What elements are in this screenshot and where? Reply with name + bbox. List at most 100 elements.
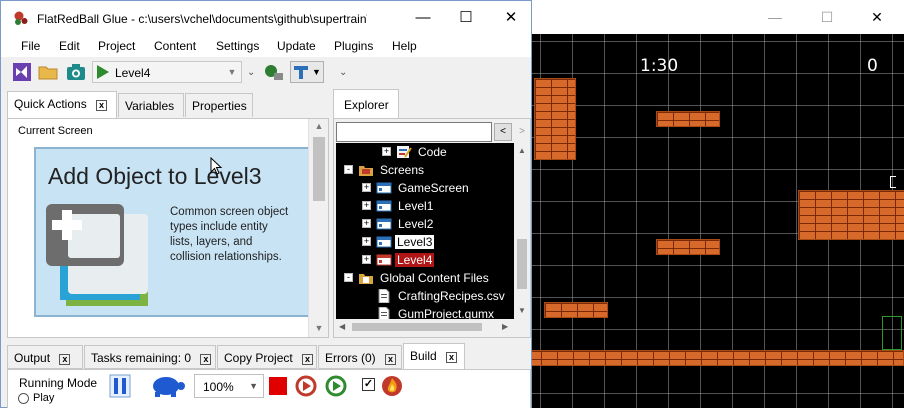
close-icon[interactable]: x bbox=[302, 354, 314, 365]
menu-content[interactable]: Content bbox=[154, 39, 196, 53]
tab-variables[interactable]: Variables bbox=[118, 93, 184, 117]
maximize-button[interactable]: ☐ bbox=[456, 8, 476, 28]
tree-node-gamescreen[interactable]: + GameScreen bbox=[336, 179, 514, 197]
chevron-down-icon: ▼ bbox=[227, 67, 237, 77]
slow-motion-turtle-button[interactable] bbox=[146, 374, 188, 398]
scroll-thumb[interactable] bbox=[352, 323, 482, 331]
tree-vertical-scrollbar[interactable]: ▲ ▼ bbox=[514, 143, 530, 319]
screen-icon bbox=[376, 200, 392, 212]
collapse-icon[interactable]: - bbox=[344, 165, 353, 174]
close-icon[interactable]: x bbox=[59, 354, 71, 365]
restart-game-button[interactable] bbox=[294, 374, 318, 398]
scroll-up-icon[interactable]: ▲ bbox=[313, 121, 325, 133]
expand-icon[interactable]: + bbox=[382, 147, 391, 156]
tree-node-level1[interactable]: + Level1 bbox=[336, 197, 514, 215]
game-close-button[interactable]: ✕ bbox=[868, 8, 886, 26]
tab-errors[interactable]: Errors (0) x bbox=[318, 345, 402, 369]
restart-screen-button[interactable] bbox=[324, 374, 348, 398]
mouse-cursor-icon bbox=[210, 157, 223, 175]
play-radio[interactable]: Play bbox=[18, 392, 54, 404]
collapse-icon[interactable]: - bbox=[344, 273, 353, 282]
flatredball-logo-icon bbox=[14, 11, 28, 25]
tree-node-label: Global Content Files bbox=[380, 271, 489, 285]
game-score: 0 bbox=[867, 56, 878, 76]
scroll-thumb[interactable] bbox=[313, 137, 325, 201]
zoom-combo[interactable]: 100% ▼ bbox=[194, 374, 264, 398]
screenshot-button[interactable] bbox=[65, 61, 87, 83]
scroll-down-icon[interactable]: ▼ bbox=[313, 323, 325, 335]
stop-button[interactable] bbox=[266, 374, 290, 398]
close-button[interactable]: ✕ bbox=[501, 8, 521, 28]
tab-explorer[interactable]: Explorer bbox=[333, 89, 399, 119]
tree-node-level4[interactable]: + Level4 bbox=[336, 251, 514, 269]
scroll-right-icon[interactable]: ▶ bbox=[502, 322, 508, 331]
tab-build[interactable]: Build x bbox=[403, 343, 465, 369]
tree-node-label: CraftingRecipes.csv bbox=[398, 289, 505, 303]
expand-icon[interactable]: + bbox=[362, 219, 371, 228]
scroll-left-icon[interactable]: ◀ bbox=[339, 322, 345, 331]
minimize-button[interactable]: — bbox=[413, 8, 433, 28]
expand-icon[interactable]: + bbox=[362, 255, 371, 264]
game-minimize-button[interactable]: — bbox=[766, 8, 784, 26]
open-folder-button[interactable] bbox=[37, 61, 59, 83]
tab-properties[interactable]: Properties bbox=[185, 93, 253, 117]
startup-screen-combo[interactable]: Level4 ▼ bbox=[92, 61, 242, 83]
tab-quick-actions[interactable]: Quick Actions x bbox=[7, 91, 117, 119]
close-icon[interactable]: x bbox=[96, 100, 108, 111]
tree-node-level2[interactable]: + Level2 bbox=[336, 215, 514, 233]
scroll-thumb[interactable] bbox=[517, 239, 527, 289]
menu-update[interactable]: Update bbox=[277, 39, 316, 53]
toolbar-overflow-icon[interactable]: ⌄ bbox=[339, 67, 347, 78]
tree-node-screens[interactable]: - Screens bbox=[336, 161, 514, 179]
scroll-down-icon[interactable]: ▼ bbox=[518, 306, 526, 315]
explorer-tree[interactable]: + Code - Screens + GameScreen + Level1 +… bbox=[336, 143, 514, 319]
edit-mode-checkbox[interactable]: ✓ bbox=[362, 378, 375, 391]
edit-mode-fire-icon[interactable] bbox=[380, 374, 404, 398]
game-canvas[interactable]: 1:30 0 bbox=[524, 34, 904, 408]
visual-studio-icon bbox=[13, 63, 31, 81]
scroll-up-icon[interactable]: ▲ bbox=[518, 146, 526, 155]
brick-block bbox=[534, 78, 576, 160]
tree-horizontal-scrollbar[interactable]: ◀ ▶ bbox=[336, 319, 514, 335]
menu-project[interactable]: Project bbox=[98, 39, 135, 53]
close-icon[interactable]: x bbox=[385, 354, 397, 365]
menu-plugins[interactable]: Plugins bbox=[334, 39, 373, 53]
game-maximize-button[interactable]: ☐ bbox=[818, 8, 836, 26]
tab-copy-project[interactable]: Copy Project x bbox=[217, 345, 317, 369]
startup-screen-value: Level4 bbox=[115, 66, 151, 80]
tree-node-level3[interactable]: + Level3 bbox=[336, 233, 514, 251]
tree-node-gum-project[interactable]: GumProject.gumx bbox=[336, 305, 514, 319]
menu-file[interactable]: File bbox=[21, 39, 40, 53]
menu-settings[interactable]: Settings bbox=[216, 39, 259, 53]
expand-icon[interactable]: + bbox=[362, 237, 371, 246]
nav-back-button[interactable]: < bbox=[494, 123, 512, 141]
nav-forward-button[interactable]: > bbox=[514, 123, 530, 141]
menu-edit[interactable]: Edit bbox=[59, 39, 80, 53]
explorer-search-input[interactable] bbox=[336, 122, 492, 142]
expand-icon[interactable]: + bbox=[362, 201, 371, 210]
tree-node-global-content[interactable]: - Global Content Files bbox=[336, 269, 514, 287]
tiled-plugin-dropdown[interactable]: ▼ bbox=[290, 61, 324, 83]
tree-node-code[interactable]: + Code bbox=[336, 143, 514, 161]
menu-help[interactable]: Help bbox=[392, 39, 417, 53]
close-icon[interactable]: x bbox=[200, 354, 212, 365]
folder-icon bbox=[38, 66, 58, 80]
expand-icon[interactable]: + bbox=[362, 183, 371, 192]
game-timer: 1:30 bbox=[640, 56, 679, 76]
tab-tasks[interactable]: Tasks remaining: 0 x bbox=[84, 345, 216, 369]
glue-window: FlatRedBall Glue - c:\users\vchel\docume… bbox=[0, 0, 532, 408]
toolbar-overflow-icon[interactable]: ⌄ bbox=[247, 67, 255, 78]
folder-icon bbox=[359, 274, 373, 284]
close-icon[interactable]: x bbox=[446, 352, 458, 363]
quick-actions-scrollbar[interactable]: ▲ ▼ bbox=[308, 119, 328, 337]
radio-circle-icon bbox=[18, 392, 29, 404]
tab-label: Quick Actions bbox=[14, 97, 87, 111]
tab-output[interactable]: Output x bbox=[7, 345, 83, 369]
visual-studio-button[interactable] bbox=[11, 61, 33, 83]
add-object-card[interactable]: Add Object to Level3 Common screen objec… bbox=[34, 147, 312, 317]
brick-floor bbox=[524, 350, 904, 366]
tree-node-crafting-recipes[interactable]: CraftingRecipes.csv bbox=[336, 287, 514, 305]
content-icon bbox=[265, 65, 283, 80]
global-content-button[interactable] bbox=[263, 61, 285, 83]
pause-button[interactable] bbox=[108, 374, 132, 398]
